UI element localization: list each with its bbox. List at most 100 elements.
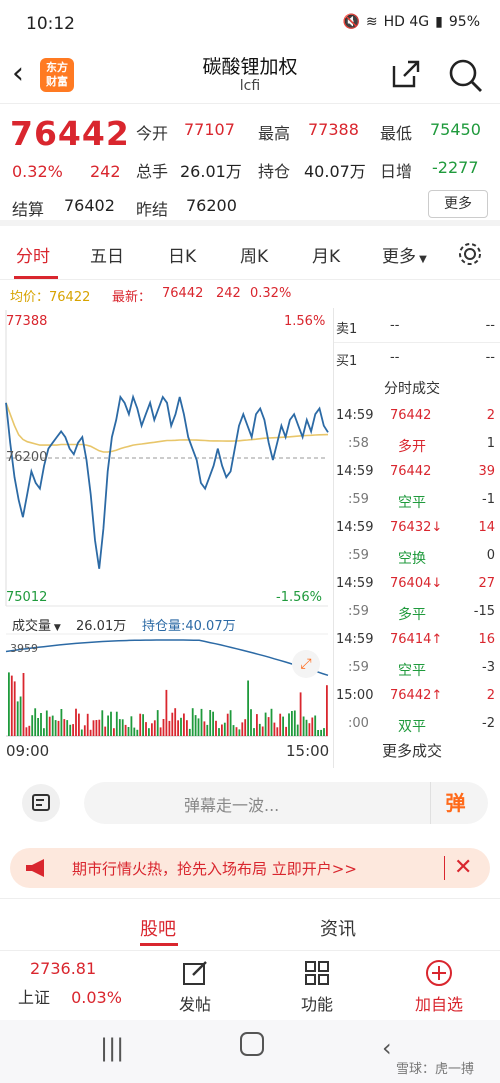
plus-circle-icon: [426, 960, 452, 986]
tick-price: 76432↓: [390, 520, 443, 535]
danmaku-placeholder: 弹幕走一波...: [184, 796, 280, 815]
volume-bar: [256, 714, 258, 736]
volume-bar: [218, 728, 220, 736]
tab-guba[interactable]: 股吧: [140, 915, 176, 941]
more-quote-button[interactable]: 更多: [428, 190, 488, 218]
volume-bar: [188, 728, 191, 736]
volume-bar: [250, 709, 252, 736]
recent-apps-icon[interactable]: |||: [100, 1034, 124, 1062]
volume-bar: [285, 726, 287, 736]
volume-bar: [60, 709, 63, 736]
volume-bar: [165, 689, 168, 736]
volume-bar: [186, 720, 188, 736]
tick-type-volume: -15: [473, 604, 495, 619]
more-ticks-button[interactable]: 更多成交: [382, 740, 442, 761]
system-nav-bar: ||| ‹ 雪球：虎一搏: [0, 1020, 500, 1083]
volume-max-label: 3959: [10, 642, 38, 655]
signal-icon: ▮: [435, 14, 443, 30]
tab-more[interactable]: 更多 ▼: [382, 242, 427, 267]
tick-price: 76442: [390, 408, 432, 423]
intraday-chart[interactable]: 77388 1.56% 76200 75012 -1.56% 成交量 ▼ 26.…: [0, 308, 333, 768]
volume-bar: [51, 715, 54, 736]
volume-bar: [302, 716, 305, 736]
tab-monthly-k[interactable]: 月K: [312, 242, 340, 267]
order-book-panel: 卖1 -- -- 买1 -- -- 分时成交 14:59 76442 2:58 多开 1…: [333, 308, 500, 768]
turnover-label: 总手: [136, 162, 169, 181]
volume-value: 26.01万: [76, 619, 127, 634]
volume-bar: [226, 713, 229, 736]
volume-bar: [203, 721, 206, 736]
volume-bar: [89, 729, 92, 736]
tick-type: 空平: [398, 495, 426, 511]
active-tab-indicator: [14, 276, 58, 279]
features-label: 功能: [300, 995, 333, 1014]
buy1-label: 买1: [336, 354, 358, 369]
gear-icon[interactable]: [456, 240, 484, 268]
latest-pct: 0.32%: [250, 286, 292, 301]
search-icon[interactable]: [446, 56, 484, 94]
instrument-code: lcfi: [239, 78, 261, 94]
volume-bar: [159, 727, 162, 736]
danmaku-send-button[interactable]: 弹: [430, 782, 480, 824]
promo-banner[interactable]: 期市行情火热，抢先入场布局 立即开户>> ✕: [10, 848, 490, 888]
latest-price: 76442: [162, 286, 204, 301]
prev-settle-value: 76200: [186, 196, 237, 215]
volume-bar: [296, 724, 299, 736]
danmaku-input[interactable]: 弹幕走一波... 弹: [84, 782, 488, 824]
volume-bar: [171, 712, 174, 736]
high-value: 77388: [308, 120, 359, 139]
tick-row: 14:59 76442 2: [334, 402, 500, 430]
active-section-indicator: [140, 943, 178, 946]
volume-bar: [118, 719, 121, 736]
share-icon[interactable]: [390, 58, 422, 90]
back-nav-icon[interactable]: ‹: [382, 1034, 392, 1062]
tab-daily-k[interactable]: 日K: [168, 242, 196, 267]
network-label: HD 4G: [383, 14, 430, 30]
tab-intraday[interactable]: 分时: [16, 242, 50, 267]
tick-time: 14:59: [336, 464, 374, 479]
status-time: 10:12: [26, 14, 75, 34]
volume-bar: [130, 716, 133, 736]
volume-selector[interactable]: 成交量 ▼: [12, 615, 61, 634]
post-button[interactable]: 发帖: [150, 959, 240, 1015]
avg-price: 均价：76422: [10, 290, 91, 305]
tab-weekly-k[interactable]: 周K: [240, 242, 268, 267]
quote-panel: 76442 0.32% 242 结算 76402 今开 77107 最高 773…: [0, 104, 500, 226]
tab-news[interactable]: 资讯: [320, 915, 356, 941]
tick-type-volume: 0: [486, 548, 495, 563]
volume-bar: [54, 720, 57, 736]
tick-price: 76442↑: [390, 688, 443, 703]
volume-bar: [80, 729, 83, 736]
settle-label: 结算: [12, 200, 45, 219]
wifi-icon: ≋: [365, 14, 378, 30]
tick-type: 双平: [398, 719, 426, 735]
home-icon[interactable]: [240, 1032, 264, 1056]
features-button[interactable]: 功能: [272, 959, 362, 1015]
danmaku-settings-icon[interactable]: [22, 784, 60, 822]
volume-bar: [162, 719, 165, 736]
tick-type-volume: -1: [482, 492, 495, 507]
volume-bar: [28, 725, 31, 736]
tick-price: 76414↑: [390, 632, 443, 647]
price-info-line: 均价：76422 最新： 76442 242 0.32%: [0, 282, 500, 308]
volume-bar: [37, 718, 39, 736]
volume-bar: [110, 711, 112, 736]
add-favorite-button[interactable]: 加自选: [394, 959, 484, 1015]
volume-bar: [270, 708, 273, 736]
volume-bar: [305, 719, 308, 736]
divider: [334, 342, 500, 343]
index-ticker[interactable]: 2736.81 上证 0.03%: [10, 959, 130, 1008]
tab-five-day[interactable]: 五日: [90, 242, 124, 267]
latest-change: 242: [216, 286, 241, 301]
index-value: 2736.81: [30, 959, 97, 978]
volume-bar: [209, 710, 212, 736]
daily-inc-label: 日增: [380, 162, 413, 181]
settle-value: 76402: [64, 196, 115, 215]
position-volume: 持仓量:40.07万: [142, 619, 236, 634]
expand-icon[interactable]: ⤢: [292, 650, 320, 678]
tick-volume: 16: [478, 632, 495, 647]
tick-type-row: :59 多平 -15: [334, 598, 500, 626]
close-icon[interactable]: ✕: [454, 855, 472, 880]
volume-bar: [13, 681, 16, 736]
volume-bar: [244, 719, 247, 736]
